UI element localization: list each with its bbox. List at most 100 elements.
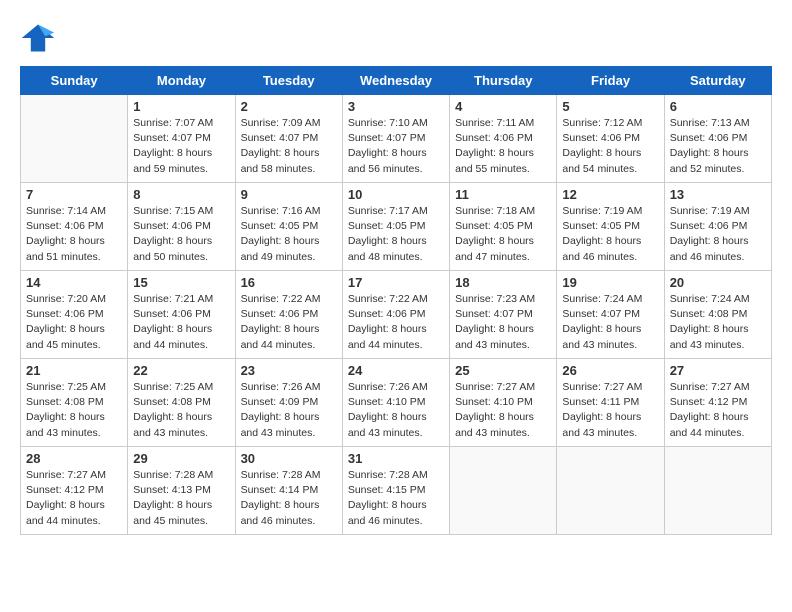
- day-info: Sunrise: 7:28 AMSunset: 4:15 PMDaylight:…: [348, 468, 444, 529]
- day-info: Sunrise: 7:16 AMSunset: 4:05 PMDaylight:…: [241, 204, 337, 265]
- day-number: 1: [133, 99, 229, 114]
- day-cell: 6 Sunrise: 7:13 AMSunset: 4:06 PMDaylight…: [664, 95, 771, 183]
- day-number: 19: [562, 275, 658, 290]
- day-cell: 31Sunrise: 7:28 AMSunset: 4:15 PMDayligh…: [342, 447, 449, 535]
- day-info: Sunrise: 7:15 AMSunset: 4:06 PMDaylight:…: [133, 204, 229, 265]
- day-info: Sunrise: 7:14 AMSunset: 4:06 PMDaylight:…: [26, 204, 122, 265]
- day-cell: 16 Sunrise: 7:22 AMSunset: 4:06 PMDayligh…: [235, 271, 342, 359]
- day-cell: 22 Sunrise: 7:25 AMSunset: 4:08 PMDayligh…: [128, 359, 235, 447]
- day-info: Sunrise: 7:26 AMSunset: 4:09 PMDaylight:…: [241, 380, 337, 441]
- day-header-sunday: Sunday: [21, 67, 128, 95]
- calendar-header-row: SundayMondayTuesdayWednesdayThursdayFrid…: [21, 67, 772, 95]
- day-number: 25: [455, 363, 551, 378]
- day-info: Sunrise: 7:28 AMSunset: 4:13 PMDaylight:…: [133, 468, 229, 529]
- day-info: Sunrise: 7:22 AMSunset: 4:06 PMDaylight:…: [241, 292, 337, 353]
- day-info: Sunrise: 7:20 AMSunset: 4:06 PMDaylight:…: [26, 292, 122, 353]
- page-header: [20, 20, 772, 56]
- day-cell: 12Sunrise: 7:19 AMSunset: 4:05 PMDayligh…: [557, 183, 664, 271]
- day-number: 15: [133, 275, 229, 290]
- day-number: 8: [133, 187, 229, 202]
- day-cell: 10 Sunrise: 7:17 AMSunset: 4:05 PMDayligh…: [342, 183, 449, 271]
- day-cell: 4 Sunrise: 7:11 AMSunset: 4:06 PMDaylight…: [450, 95, 557, 183]
- day-header-wednesday: Wednesday: [342, 67, 449, 95]
- day-number: 14: [26, 275, 122, 290]
- day-info: Sunrise: 7:07 AMSunset: 4:07 PMDaylight:…: [133, 116, 229, 177]
- day-number: 18: [455, 275, 551, 290]
- day-number: 28: [26, 451, 122, 466]
- day-cell: 26Sunrise: 7:27 AMSunset: 4:11 PMDayligh…: [557, 359, 664, 447]
- day-cell: 23Sunrise: 7:26 AMSunset: 4:09 PMDayligh…: [235, 359, 342, 447]
- day-cell: 20 Sunrise: 7:24 AMSunset: 4:08 PMDayligh…: [664, 271, 771, 359]
- day-number: 5: [562, 99, 658, 114]
- day-number: 24: [348, 363, 444, 378]
- calendar-table: SundayMondayTuesdayWednesdayThursdayFrid…: [20, 66, 772, 535]
- day-number: 10: [348, 187, 444, 202]
- day-cell: 14 Sunrise: 7:20 AMSunset: 4:06 PMDayligh…: [21, 271, 128, 359]
- day-info: Sunrise: 7:28 AMSunset: 4:14 PMDaylight:…: [241, 468, 337, 529]
- day-info: Sunrise: 7:09 AMSunset: 4:07 PMDaylight:…: [241, 116, 337, 177]
- week-row-2: 7 Sunrise: 7:14 AMSunset: 4:06 PMDaylight…: [21, 183, 772, 271]
- day-number: 7: [26, 187, 122, 202]
- day-header-monday: Monday: [128, 67, 235, 95]
- day-number: 17: [348, 275, 444, 290]
- day-info: Sunrise: 7:24 AMSunset: 4:07 PMDaylight:…: [562, 292, 658, 353]
- day-number: 16: [241, 275, 337, 290]
- day-cell: 18Sunrise: 7:23 AMSunset: 4:07 PMDayligh…: [450, 271, 557, 359]
- day-number: 6: [670, 99, 766, 114]
- day-number: 22: [133, 363, 229, 378]
- day-cell: 17 Sunrise: 7:22 AMSunset: 4:06 PMDayligh…: [342, 271, 449, 359]
- day-cell: 8 Sunrise: 7:15 AMSunset: 4:06 PMDaylight…: [128, 183, 235, 271]
- day-number: 29: [133, 451, 229, 466]
- day-cell: 7 Sunrise: 7:14 AMSunset: 4:06 PMDaylight…: [21, 183, 128, 271]
- day-number: 20: [670, 275, 766, 290]
- logo: [20, 20, 60, 56]
- day-cell: 13Sunrise: 7:19 AMSunset: 4:06 PMDayligh…: [664, 183, 771, 271]
- day-info: Sunrise: 7:18 AMSunset: 4:05 PMDaylight:…: [455, 204, 551, 265]
- day-info: Sunrise: 7:25 AMSunset: 4:08 PMDaylight:…: [133, 380, 229, 441]
- day-cell: [21, 95, 128, 183]
- day-info: Sunrise: 7:27 AMSunset: 4:12 PMDaylight:…: [670, 380, 766, 441]
- week-row-5: 28 Sunrise: 7:27 AMSunset: 4:12 PMDayligh…: [21, 447, 772, 535]
- day-info: Sunrise: 7:10 AMSunset: 4:07 PMDaylight:…: [348, 116, 444, 177]
- day-cell: 27 Sunrise: 7:27 AMSunset: 4:12 PMDayligh…: [664, 359, 771, 447]
- day-number: 30: [241, 451, 337, 466]
- day-number: 9: [241, 187, 337, 202]
- day-cell: 2 Sunrise: 7:09 AMSunset: 4:07 PMDaylight…: [235, 95, 342, 183]
- day-cell: 29 Sunrise: 7:28 AMSunset: 4:13 PMDayligh…: [128, 447, 235, 535]
- day-number: 2: [241, 99, 337, 114]
- day-info: Sunrise: 7:27 AMSunset: 4:12 PMDaylight:…: [26, 468, 122, 529]
- logo-icon: [20, 20, 56, 56]
- day-cell: 24Sunrise: 7:26 AMSunset: 4:10 PMDayligh…: [342, 359, 449, 447]
- day-info: Sunrise: 7:27 AMSunset: 4:11 PMDaylight:…: [562, 380, 658, 441]
- day-info: Sunrise: 7:12 AMSunset: 4:06 PMDaylight:…: [562, 116, 658, 177]
- day-cell: [664, 447, 771, 535]
- day-info: Sunrise: 7:27 AMSunset: 4:10 PMDaylight:…: [455, 380, 551, 441]
- day-cell: 25 Sunrise: 7:27 AMSunset: 4:10 PMDayligh…: [450, 359, 557, 447]
- day-info: Sunrise: 7:25 AMSunset: 4:08 PMDaylight:…: [26, 380, 122, 441]
- day-cell: 11 Sunrise: 7:18 AMSunset: 4:05 PMDayligh…: [450, 183, 557, 271]
- day-cell: 19 Sunrise: 7:24 AMSunset: 4:07 PMDayligh…: [557, 271, 664, 359]
- day-info: Sunrise: 7:11 AMSunset: 4:06 PMDaylight:…: [455, 116, 551, 177]
- day-cell: [557, 447, 664, 535]
- day-header-friday: Friday: [557, 67, 664, 95]
- week-row-4: 21 Sunrise: 7:25 AMSunset: 4:08 PMDayligh…: [21, 359, 772, 447]
- week-row-3: 14 Sunrise: 7:20 AMSunset: 4:06 PMDayligh…: [21, 271, 772, 359]
- day-header-saturday: Saturday: [664, 67, 771, 95]
- day-header-tuesday: Tuesday: [235, 67, 342, 95]
- day-cell: 3Sunrise: 7:10 AMSunset: 4:07 PMDaylight…: [342, 95, 449, 183]
- day-info: Sunrise: 7:17 AMSunset: 4:05 PMDaylight:…: [348, 204, 444, 265]
- day-number: 12: [562, 187, 658, 202]
- day-number: 21: [26, 363, 122, 378]
- day-info: Sunrise: 7:19 AMSunset: 4:06 PMDaylight:…: [670, 204, 766, 265]
- day-info: Sunrise: 7:24 AMSunset: 4:08 PMDaylight:…: [670, 292, 766, 353]
- day-info: Sunrise: 7:22 AMSunset: 4:06 PMDaylight:…: [348, 292, 444, 353]
- day-number: 27: [670, 363, 766, 378]
- day-info: Sunrise: 7:13 AMSunset: 4:06 PMDaylight:…: [670, 116, 766, 177]
- week-row-1: 1 Sunrise: 7:07 AMSunset: 4:07 PMDaylight…: [21, 95, 772, 183]
- day-cell: 30 Sunrise: 7:28 AMSunset: 4:14 PMDayligh…: [235, 447, 342, 535]
- day-cell: [450, 447, 557, 535]
- day-number: 4: [455, 99, 551, 114]
- day-cell: 1 Sunrise: 7:07 AMSunset: 4:07 PMDaylight…: [128, 95, 235, 183]
- day-number: 11: [455, 187, 551, 202]
- day-cell: 15Sunrise: 7:21 AMSunset: 4:06 PMDayligh…: [128, 271, 235, 359]
